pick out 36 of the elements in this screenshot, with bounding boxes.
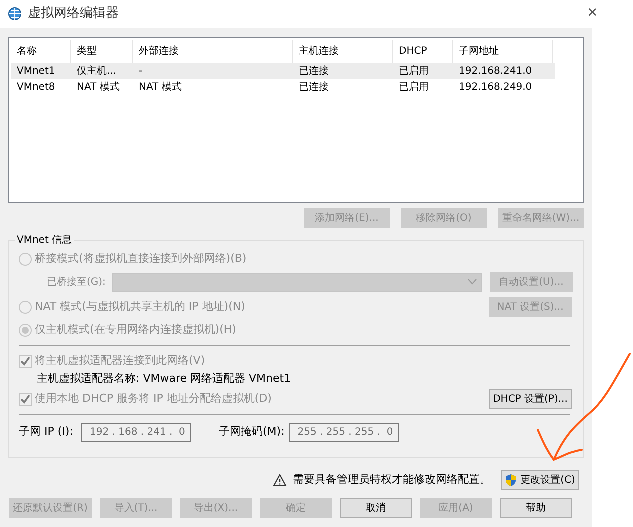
table-cell-text: 192.168.241.0 bbox=[458, 64, 534, 78]
table-row[interactable]: VMnet1 仅主机... - 已连接 已启用 192.168.241.0 bbox=[11, 63, 555, 79]
radio-label: 仅主机模式(在专用网络内连接虚拟机)(H) bbox=[35, 322, 236, 338]
close-button[interactable]: ✕ bbox=[579, 4, 606, 24]
table-cell-text: VMnet8 bbox=[16, 80, 56, 94]
dialog-button[interactable]: 帮助 bbox=[500, 498, 572, 518]
table-cell-text: 已启用 bbox=[398, 80, 430, 94]
table-cell-text: VMnet1 bbox=[16, 64, 56, 78]
checkbox-label: 使用本地 DHCP 服务将 IP 地址分配给虚拟机(D) bbox=[35, 390, 272, 407]
bridged-to-label: 已桥接至(G): bbox=[47, 276, 107, 290]
warning-icon bbox=[273, 474, 287, 486]
table-cell-text: NAT 模式 bbox=[138, 80, 183, 94]
dhcp-settings-button[interactable]: DHCP 设置(P)... bbox=[489, 389, 572, 409]
shield-icon bbox=[504, 474, 517, 486]
subnet-ip-field[interactable]: 192 . 168 . 241 . 0 bbox=[81, 423, 191, 442]
subnet-ip-label: 子网 IP (I): bbox=[19, 424, 74, 440]
table-cell-text: 192.168.249.0 bbox=[458, 80, 534, 94]
checkbox-label: 将主机虚拟适配器连接到此网络(V) bbox=[35, 352, 206, 369]
warning-message: 需要具备管理员特权才能修改网络配置。 bbox=[293, 472, 491, 488]
table-cell-text: - bbox=[138, 64, 144, 78]
subnet-mask-label: 子网掩码(M): bbox=[219, 424, 285, 440]
change-settings-button[interactable]: 更改设置(C) bbox=[501, 470, 579, 490]
window-title: 虚拟网络编辑器 bbox=[28, 5, 119, 24]
dialog-button[interactable]: 取消 bbox=[340, 498, 412, 518]
globe-icon bbox=[8, 7, 22, 21]
table-cell-text: 仅主机... bbox=[76, 64, 118, 78]
table-cell-text: 已连接 bbox=[298, 80, 330, 94]
chevron-down-icon bbox=[468, 279, 477, 285]
radio-label: 桥接模式(将虚拟机直接连接到外部网络)(B) bbox=[35, 250, 247, 267]
adapter-name: 主机虚拟适配器名称: VMware 网络适配器 VMnet1 bbox=[37, 371, 292, 387]
adapter-dropdown[interactable] bbox=[112, 272, 482, 292]
table-cell-text: 已启用 bbox=[398, 64, 430, 78]
subnet-mask-field[interactable]: 255 . 255 . 255 . 0 bbox=[288, 423, 399, 442]
radio-label: NAT 模式(与虚拟机共享主机的 IP 地址)(N) bbox=[35, 298, 246, 315]
table-cell-text: NAT 模式 bbox=[76, 80, 121, 94]
table-cell-text: 已连接 bbox=[298, 64, 330, 78]
